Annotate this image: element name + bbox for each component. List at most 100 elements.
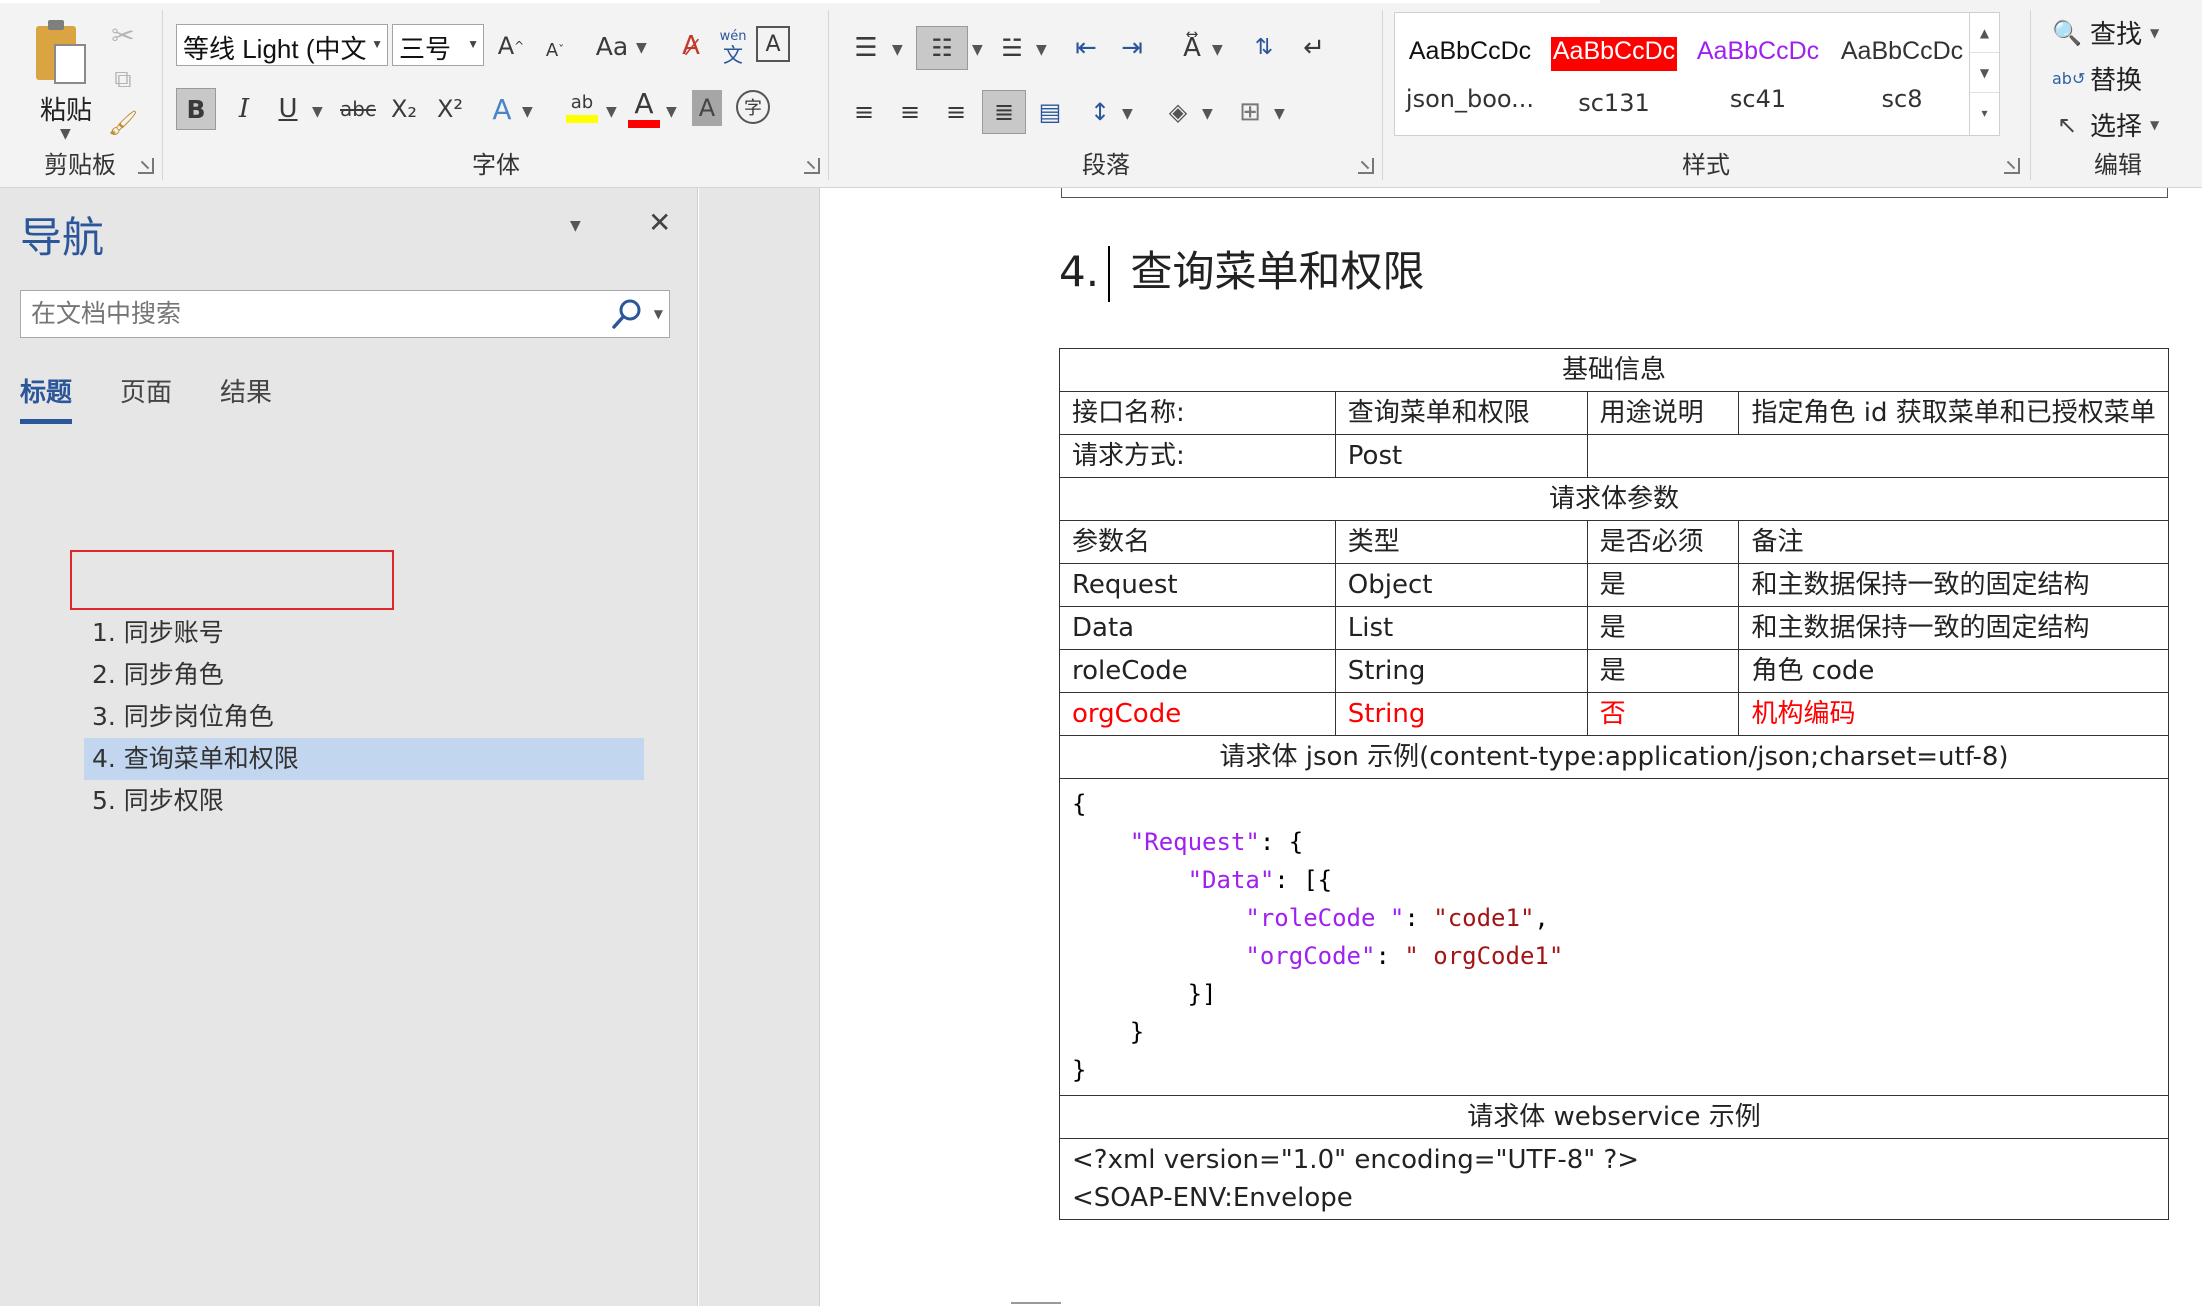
nav-search-input[interactable] <box>21 291 581 335</box>
increase-indent-icon[interactable]: ⇥ <box>1114 28 1150 68</box>
enclose-char-button[interactable]: 字 <box>736 90 770 124</box>
param-name[interactable]: orgCode <box>1059 692 1336 736</box>
param-note[interactable]: 机构编码 <box>1738 692 2169 736</box>
json-example-header[interactable]: 请求体 json 示例(content-type:application/jso… <box>1059 735 2169 779</box>
shrink-font-button[interactable]: Aˇ <box>540 30 570 70</box>
highlight-button[interactable]: ab <box>564 86 600 128</box>
param-type[interactable]: String <box>1334 692 1588 736</box>
subscript-button[interactable]: X₂ <box>386 88 422 130</box>
underline-button[interactable]: U <box>270 88 306 130</box>
column-header[interactable]: 是否必须 <box>1586 520 1740 564</box>
chevron-down-icon[interactable]: ▼ <box>570 218 581 234</box>
styles-launcher-icon[interactable] <box>2004 158 2020 174</box>
shading-icon[interactable]: ◈ <box>1158 92 1198 132</box>
multilevel-list-icon[interactable]: ☱ <box>992 28 1032 68</box>
nav-heading-item-selected[interactable]: 4. 查询菜单和权限 <box>84 738 644 780</box>
nav-search-box[interactable]: ▼ <box>20 290 670 338</box>
webservice-example-header[interactable]: 请求体 webservice 示例 <box>1059 1095 2169 1139</box>
document-page[interactable]: 4. 查询菜单和权限 基础信息 接口名称: 查询菜单和权限 用途说明 指定角色 … <box>821 188 2202 1306</box>
api-name-value[interactable]: 查询菜单和权限 <box>1334 391 1588 435</box>
param-required[interactable]: 是 <box>1586 649 1740 693</box>
param-type[interactable]: String <box>1334 649 1588 693</box>
empty-cell[interactable] <box>1586 434 2170 478</box>
char-shading-icon: A <box>698 94 716 122</box>
param-note[interactable]: 角色 code <box>1738 649 2169 693</box>
italic-button[interactable]: I <box>226 88 262 130</box>
method-value[interactable]: Post <box>1334 434 1588 478</box>
paragraph-group-label: 段落 <box>1082 151 1130 179</box>
editing-group-label: 编辑 <box>2094 151 2142 179</box>
nav-heading-item[interactable]: 2. 同步角色 <box>84 654 644 696</box>
show-marks-icon[interactable]: ↵ <box>1296 28 1332 68</box>
text-effects-button[interactable]: A <box>484 88 520 130</box>
grow-font-button[interactable]: A ^ <box>496 26 526 66</box>
align-left-icon[interactable]: ≡ <box>846 92 882 132</box>
bullets-icon[interactable]: ☰ <box>846 28 886 68</box>
format-painter-icon[interactable]: 🖌 <box>108 108 138 138</box>
param-note[interactable]: 和主数据保持一致的固定结构 <box>1738 606 2169 650</box>
code-line: { <box>1072 790 1086 818</box>
font-launcher-icon[interactable] <box>804 158 820 174</box>
param-name[interactable]: roleCode <box>1059 649 1336 693</box>
param-required[interactable]: 否 <box>1586 692 1740 736</box>
param-type[interactable]: List <box>1334 606 1588 650</box>
align-right-icon[interactable]: ≡ <box>938 92 974 132</box>
tab-pages[interactable]: 页面 <box>120 372 172 424</box>
phonetic-guide-button[interactable]: wén 文 <box>716 24 750 68</box>
font-name-combo[interactable]: 等线 Light (中文 ▼ <box>176 24 388 66</box>
clear-formatting-icon[interactable]: A̷ <box>674 26 708 66</box>
api-name-label[interactable]: 接口名称: <box>1059 391 1336 435</box>
param-type[interactable]: Object <box>1334 563 1588 607</box>
distributed-icon[interactable]: ▤ <box>1032 92 1068 132</box>
superscript-button[interactable]: X² <box>432 88 468 130</box>
json-code-block[interactable]: { "Request": { "Data": [{ "roleCode ": "… <box>1059 778 2169 1096</box>
strikethrough-button[interactable]: abc <box>336 88 380 130</box>
justify-icon[interactable]: ≣ <box>982 90 1026 134</box>
paste-dropdown-icon: ▼ <box>60 126 71 142</box>
xml-code-block[interactable]: <?xml version="1.0" encoding="UTF-8" ?> … <box>1059 1138 2169 1220</box>
clipboard-launcher-icon[interactable] <box>138 158 154 174</box>
purpose-value[interactable]: 指定角色 id 获取菜单和已授权菜单 <box>1738 391 2169 435</box>
param-required[interactable]: 是 <box>1586 606 1740 650</box>
font-color-button[interactable]: A <box>626 86 662 128</box>
copy-icon[interactable]: ⧉ <box>108 64 138 94</box>
change-case-button[interactable]: Aa <box>592 26 632 66</box>
chevron-down-icon: ▼ <box>606 104 617 120</box>
char-shading-button[interactable]: A <box>692 90 722 126</box>
column-header[interactable]: 类型 <box>1334 520 1588 564</box>
sort-icon[interactable]: ⇅ <box>1246 24 1282 70</box>
param-required[interactable]: 是 <box>1586 563 1740 607</box>
chevron-down-icon[interactable]: ▼ <box>654 307 663 321</box>
column-header[interactable]: 备注 <box>1738 520 2169 564</box>
nav-heading-item[interactable]: 1. 同步账号 <box>84 612 644 654</box>
section-heading[interactable]: 4. 查询菜单和权限 <box>1059 238 1424 299</box>
tab-results[interactable]: 结果 <box>220 372 272 424</box>
bold-button[interactable]: B <box>176 88 216 130</box>
align-center-icon[interactable]: ≡ <box>892 92 928 132</box>
font-size-combo[interactable]: 三号 ▼ <box>392 24 484 66</box>
paragraph-launcher-icon[interactable] <box>1358 158 1374 174</box>
decrease-indent-icon[interactable]: ⇤ <box>1068 28 1104 68</box>
close-icon[interactable]: ✕ <box>648 206 671 239</box>
styles-group: 样式 <box>1386 6 2026 184</box>
text-direction-icon[interactable]: A⃡ <box>1172 28 1212 68</box>
purpose-label[interactable]: 用途说明 <box>1586 391 1740 435</box>
search-icon[interactable] <box>611 297 643 331</box>
param-note[interactable]: 和主数据保持一致的固定结构 <box>1738 563 2169 607</box>
param-name[interactable]: Request <box>1059 563 1336 607</box>
nav-heading-item[interactable]: 3. 同步岗位角色 <box>84 696 644 738</box>
method-label[interactable]: 请求方式: <box>1059 434 1336 478</box>
borders-icon[interactable]: ⊞ <box>1230 92 1270 132</box>
cut-icon[interactable]: ✂ <box>108 19 138 52</box>
line-spacing-icon[interactable]: ↕ <box>1082 92 1118 132</box>
nav-heading-item[interactable]: 5. 同步权限 <box>84 780 644 822</box>
param-name[interactable]: Data <box>1059 606 1336 650</box>
paste-button[interactable]: 粘贴 ▼ <box>10 10 110 142</box>
body-params-header[interactable]: 请求体参数 <box>1059 477 2169 521</box>
basic-info-header[interactable]: 基础信息 <box>1059 348 2169 392</box>
column-header[interactable]: 参数名 <box>1059 520 1336 564</box>
char-border-button[interactable]: A <box>756 26 790 62</box>
shrink-font-icon: A <box>545 39 559 61</box>
numbering-icon[interactable]: ☷ <box>916 26 968 70</box>
tab-headings[interactable]: 标题 <box>20 372 73 424</box>
